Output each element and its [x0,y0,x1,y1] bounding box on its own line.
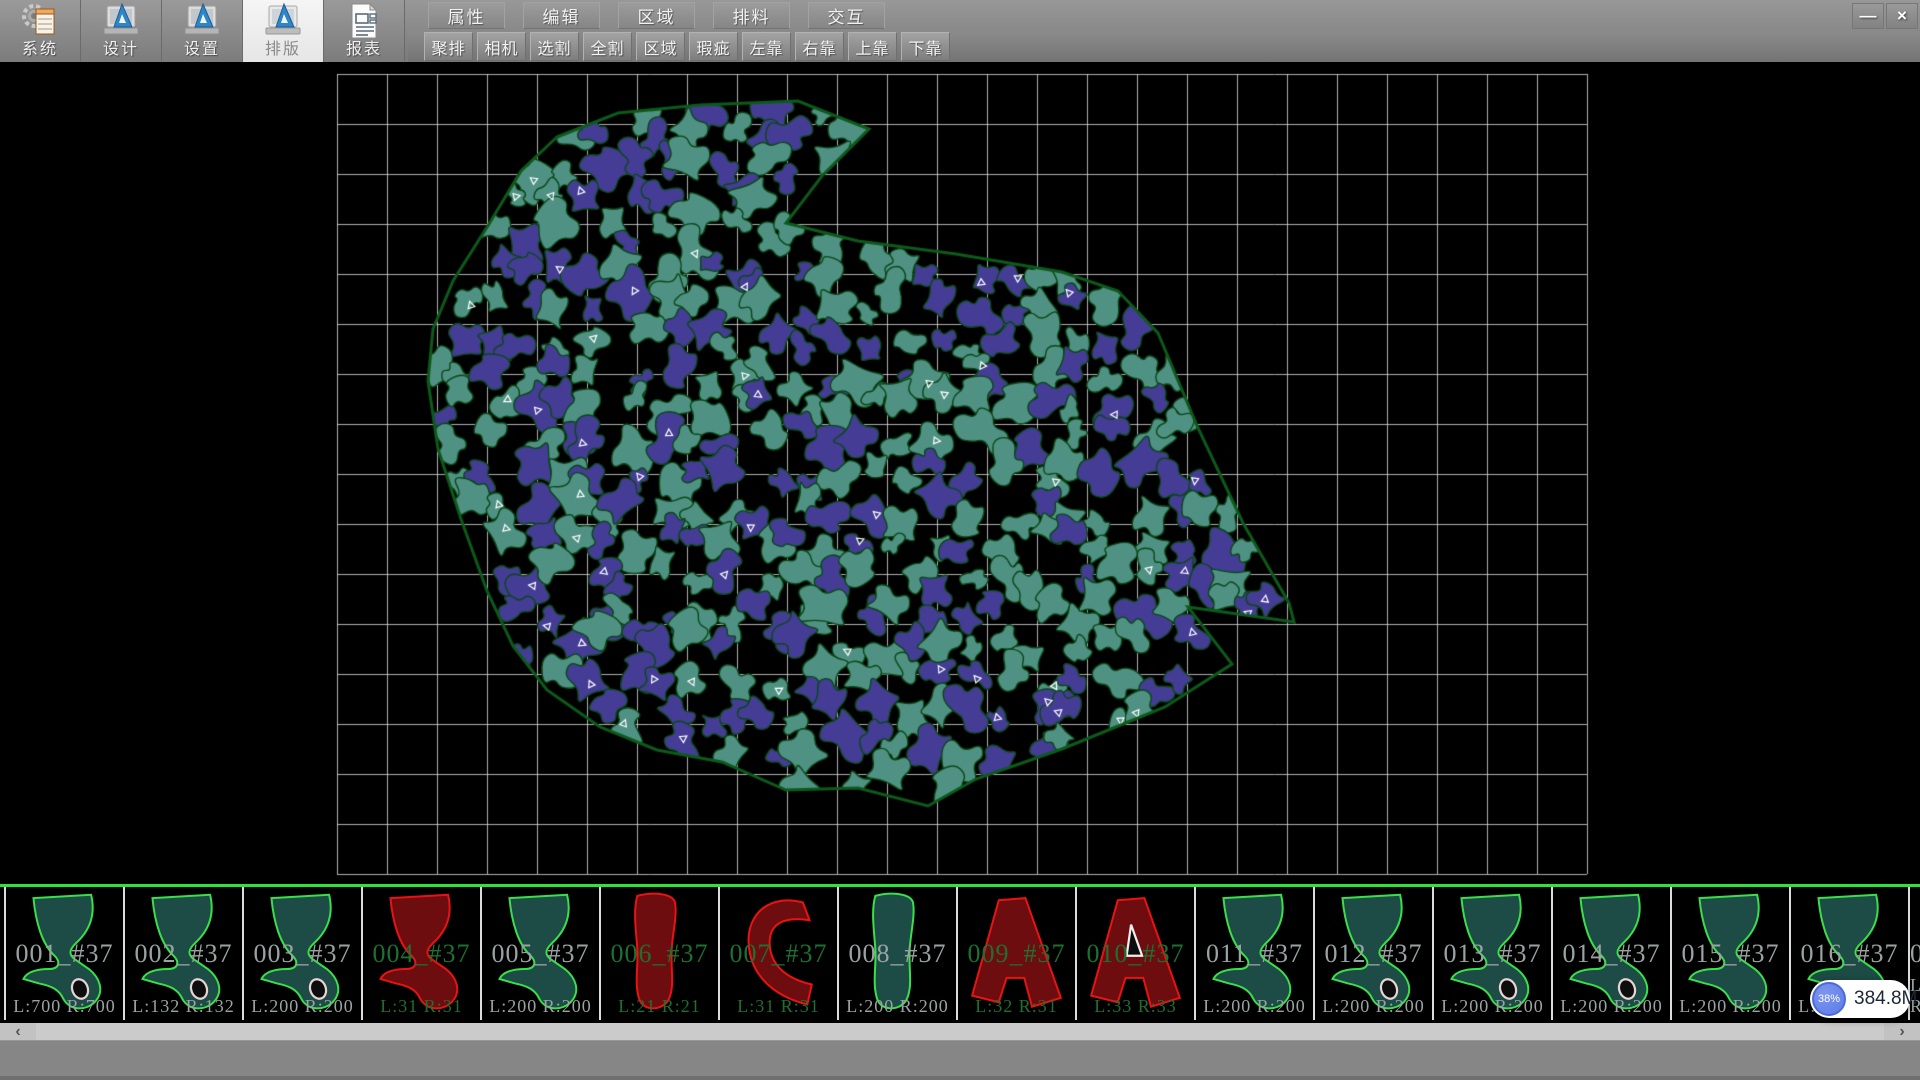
thumbnail-item-014_#37[interactable]: 014_#37L:200 R:200 [1553,887,1672,1020]
piece-shape [839,887,956,1020]
menu-tab-properties[interactable]: 属性 [428,2,505,29]
horizontal-scrollbar[interactable]: ‹ › [0,1023,1920,1040]
design-ruler-icon [101,1,141,41]
tool-button-cluster-nest[interactable]: 聚排 [424,32,473,61]
report-icon [344,1,384,41]
thumbnail-item-002_#37[interactable]: 002_#37L:132 R:132 [125,887,244,1020]
module-report[interactable]: 报表 [324,0,405,62]
menu-tab-region[interactable]: 区域 [618,2,695,29]
status-bar [0,1040,1920,1080]
module-design[interactable]: 设计 [81,0,162,62]
module-settings[interactable]: 设置 [162,0,243,62]
thumbnail-item-008_#37[interactable]: 008_#37L:200 R:200 [839,887,958,1020]
thumbnail-item-009_#37[interactable]: 009_#37L:32 R:31 [958,887,1077,1020]
tool-button-cut-all[interactable]: 全割 [583,32,632,61]
thumbnail-item-010_#37[interactable]: 010_#37L:33 R:33 [1077,887,1196,1020]
piece-shape [482,887,599,1020]
module-bar: 系统 设计 设置 排版 报表 [0,0,405,62]
memory-badge[interactable]: 38% 384.8M [1810,980,1910,1018]
minimize-button[interactable]: — [1852,3,1884,29]
piece-shape [601,887,718,1020]
toolbar: 系统 设计 设置 排版 报表 属性 编辑 [0,0,1920,62]
window-controls: — × [1850,3,1918,29]
settings-ruler-icon [182,1,222,41]
thumbnail-item-015_#37[interactable]: 015_#37L:200 R:200 [1672,887,1791,1020]
piece-shape [1077,887,1194,1020]
piece-shape [244,887,361,1020]
nesting-canvas[interactable] [0,62,1920,884]
menu-tab-edit[interactable]: 编辑 [523,2,600,29]
module-system[interactable]: 系统 [0,0,81,62]
piece-shape [1434,887,1551,1020]
layout-ruler-icon [263,1,303,41]
scroll-left-button[interactable]: ‹ [0,1023,36,1040]
piece-shape [125,887,242,1020]
piece-shape [6,887,123,1020]
piece-shape [1315,887,1432,1020]
thumbnail-item-012_#37[interactable]: 012_#37L:200 R:200 [1315,887,1434,1020]
thumbnail-item-005_#37[interactable]: 005_#37L:200 R:200 [482,887,601,1020]
memory-percent-circle: 38% [1812,982,1846,1016]
tool-button-select-cut[interactable]: 选割 [530,32,579,61]
module-label: 设置 [184,41,220,59]
piece-shape [720,887,837,1020]
thumbnail-item-003_#37[interactable]: 003_#37L:200 R:200 [244,887,363,1020]
piece-shape [363,887,480,1020]
menu-row: 属性 编辑 区域 排料 交互 [408,0,1920,31]
tool-button-align-right[interactable]: 右靠 [795,32,844,61]
tool-button-align-left[interactable]: 左靠 [742,32,791,61]
tool-button-align-top[interactable]: 上靠 [848,32,897,61]
thumbnail-item-011_#37[interactable]: 011_#37L:200 R:200 [1196,887,1315,1020]
thumbnail-item-004_#37[interactable]: 004_#37L:31 R:31 [363,887,482,1020]
piece-shape [958,887,1075,1020]
tool-button-align-bottom[interactable]: 下靠 [901,32,950,61]
close-button[interactable]: × [1886,3,1918,29]
menu-tab-interaction[interactable]: 交互 [808,2,885,29]
module-layout[interactable]: 排版 [243,0,324,62]
tool-row: 聚排 相机 选割 全割 区域 瑕疵 左靠 右靠 上靠 下靠 [408,31,1920,62]
piece-shape [1672,887,1789,1020]
thumbnail-item-006_#37[interactable]: 006_#37L:21 R:21 [601,887,720,1020]
module-label: 系统 [22,41,58,59]
tool-button-camera[interactable]: 相机 [477,32,526,61]
thumbnail-strip: 001_#37L:700 R:700002_#37L:132 R:132003_… [0,884,1920,1020]
thumbnail-item-013_#37[interactable]: 013_#37L:200 R:200 [1434,887,1553,1020]
module-label: 排版 [265,41,301,59]
piece-shape [1196,887,1313,1020]
tool-button-region[interactable]: 区域 [636,32,685,61]
scroll-right-button[interactable]: › [1884,1023,1920,1040]
thumbnail-item-001_#37[interactable]: 001_#37L:700 R:700 [4,887,125,1020]
memory-value: 384.8M [1854,980,1917,1018]
memory-percent: 38% [1818,993,1840,1005]
menu-tab-nesting[interactable]: 排料 [713,2,790,29]
thumbnail-item-007_#37[interactable]: 007_#37L:31 R:31 [720,887,839,1020]
piece-shape [1553,887,1670,1020]
tool-button-defect[interactable]: 瑕疵 [689,32,738,61]
gear-icon [20,1,60,41]
module-label: 报表 [346,41,382,59]
module-label: 设计 [103,41,139,59]
